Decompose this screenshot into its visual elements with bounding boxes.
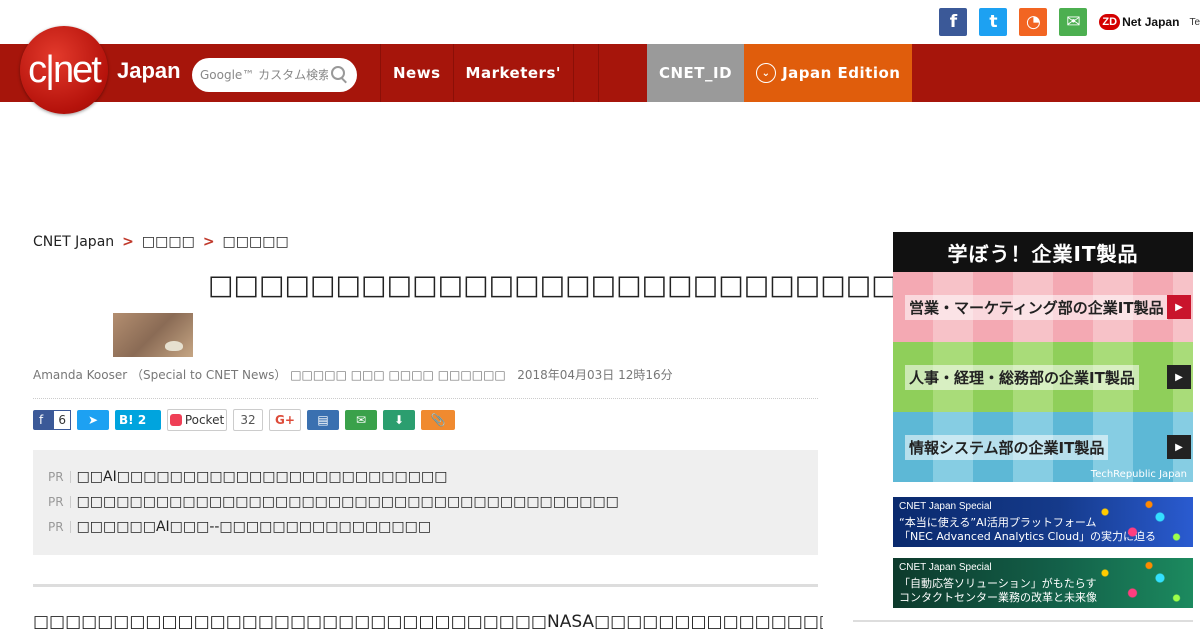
play-arrow-icon: ▶ — [1167, 295, 1191, 319]
download-icon: ⬇ — [393, 413, 405, 427]
special-ad-banner[interactable]: CNET Japan Special “本当に使える”AI活用プラットフォーム … — [893, 497, 1193, 547]
logo-japan-label: Japan — [117, 58, 181, 83]
twitter-share-button[interactable]: ➤ — [77, 410, 109, 430]
pr-tag: PR — [48, 495, 71, 508]
google-plus-button[interactable]: G+ — [269, 409, 301, 431]
pr-tag: PR — [48, 520, 71, 533]
pr-links: PR □□AI□□□□□□□□□□□□□□□□□□□□□□□□□ PR □□□□… — [33, 450, 818, 555]
decorative-dots — [1083, 558, 1193, 608]
pr-item[interactable]: PR □□□□□□AI□□□--□□□□□□□□□□□□□□□□ — [48, 514, 803, 539]
band-it-systems[interactable]: 情報システム部の企業IT製品 ▶ TechRepublic Japan — [893, 412, 1193, 482]
special-ad-banner[interactable]: CNET Japan Special 「自動応答ソリューション」がもたらす コン… — [893, 558, 1193, 608]
search-input[interactable] — [198, 67, 330, 83]
play-arrow-icon: ▶ — [1167, 365, 1191, 389]
print-button[interactable]: ▤ — [307, 410, 339, 430]
byline-date: 2018年04月03日 12時16分 — [517, 368, 673, 382]
zdnet-label: Net Japan — [1122, 15, 1180, 29]
breadcrumb-section[interactable]: □□□□ — [142, 234, 195, 250]
pocket-icon — [169, 414, 182, 426]
pocket-count: 32 — [233, 409, 263, 431]
zdnet-logo-icon: ZD — [1099, 14, 1121, 30]
sidebar: 学ぼう！企業IT製品 営業・マーケティング部の企業IT製品 ▶ 人事・経理・総務… — [893, 232, 1193, 608]
rss-icon[interactable]: ◔ — [1019, 8, 1048, 36]
clip-button[interactable]: 📎 — [421, 410, 455, 430]
nav-cnet-id[interactable]: CNET_ID — [646, 44, 745, 102]
cnet-logo[interactable]: c|net — [20, 26, 108, 114]
paperclip-icon: 📎 — [430, 413, 446, 427]
email-share-button[interactable]: ✉ — [345, 410, 377, 430]
main-nav: News Marketers' CNET_ID ⌄ Japan Edition — [380, 44, 913, 102]
divider — [33, 398, 818, 399]
pr-link[interactable]: □□□□□□AI□□□--□□□□□□□□□□□□□□□□ — [77, 519, 432, 535]
band-label: 営業・マーケティング部の企業IT製品 — [905, 294, 1168, 320]
breadcrumb-subsection[interactable]: □□□□□ — [223, 234, 289, 250]
techrepublic-link[interactable]: Te — [1189, 17, 1200, 28]
facebook-icon[interactable]: f — [939, 8, 968, 36]
band-label: 情報システム部の企業IT製品 — [905, 434, 1109, 460]
chevron-down-icon: ⌄ — [756, 63, 777, 83]
byline-author: Amanda Kooser （Special to CNET News） □□□… — [33, 368, 506, 382]
twitter-icon[interactable]: t — [979, 8, 1008, 36]
facebook-share-count: 6 — [53, 410, 71, 430]
pocket-button[interactable]: Pocket — [167, 409, 227, 431]
edition-label: Japan Edition — [782, 64, 901, 82]
breadcrumb-separator: > — [202, 234, 215, 250]
hatena-bookmark-button[interactable]: B! 2 — [115, 410, 161, 430]
print-icon: ▤ — [317, 413, 329, 427]
band-sales-marketing[interactable]: 営業・マーケティング部の企業IT製品 ▶ — [893, 272, 1193, 342]
hatena-label: B! — [119, 413, 134, 427]
social-links: f t ◔ ✉ ZD Net Japan Te — [939, 8, 1200, 36]
logo-text: c|net — [28, 48, 102, 91]
nav-news[interactable]: News — [380, 44, 453, 102]
nav-japan-edition[interactable]: ⌄ Japan Edition — [744, 44, 913, 102]
decorative-dots — [1083, 497, 1193, 547]
sidebar-divider — [853, 620, 1193, 622]
article-headline: □□□□□□□□□□□□□□□□□□□□□□□□□□□□□□□□□NASA□□ — [208, 270, 1185, 301]
band-credit: TechRepublic Japan — [1090, 469, 1187, 480]
site-search — [192, 58, 357, 92]
band-label: 人事・経理・総務部の企業IT製品 — [905, 364, 1139, 390]
play-arrow-icon: ▶ — [1167, 435, 1191, 459]
learn-title: 学ぼう！企業IT製品 — [893, 232, 1193, 272]
breadcrumb: CNET Japan > □□□□ > □□□□□ — [33, 234, 289, 250]
pr-link[interactable]: □□AI□□□□□□□□□□□□□□□□□□□□□□□□□ — [77, 469, 448, 485]
mail-icon[interactable]: ✉ — [1059, 8, 1088, 36]
mail-icon: ✉ — [355, 413, 367, 427]
facebook-icon: f — [39, 413, 44, 427]
nav-item-blank[interactable] — [597, 44, 623, 102]
band-hr-accounting[interactable]: 人事・経理・総務部の企業IT製品 ▶ — [893, 342, 1193, 412]
pocket-label: Pocket — [184, 413, 225, 427]
pr-link[interactable]: □□□□□□□□□□□□□□□□□□□□□□□□□□□□□□□□□□□□□□□□… — [77, 494, 619, 510]
breadcrumb-home[interactable]: CNET Japan — [33, 234, 114, 250]
article-thumbnail — [113, 313, 193, 357]
nav-item-blank[interactable] — [572, 44, 598, 102]
article-body: □□□□□□□□□□□□□□□□□□□□□□□□□□□□□□□□NASA□□□□… — [33, 612, 823, 632]
save-button[interactable]: ⬇ — [383, 410, 415, 430]
section-divider — [33, 584, 818, 587]
facebook-share-button[interactable]: f 6 — [33, 410, 71, 430]
breadcrumb-separator: > — [122, 234, 134, 250]
pr-item[interactable]: PR □□AI□□□□□□□□□□□□□□□□□□□□□□□□□ — [48, 464, 803, 489]
twitter-icon: ➤ — [87, 413, 99, 427]
zdnet-link[interactable]: ZD Net Japan — [1099, 14, 1179, 30]
learn-it-products-banner[interactable]: 学ぼう！企業IT製品 営業・マーケティング部の企業IT製品 ▶ 人事・経理・総務… — [893, 232, 1193, 482]
nav-marketers[interactable]: Marketers' — [452, 44, 573, 102]
pr-tag: PR — [48, 470, 71, 483]
hatena-count: 2 — [137, 413, 147, 427]
article-byline: Amanda Kooser （Special to CNET News） □□□… — [33, 366, 673, 383]
search-icon[interactable] — [330, 65, 350, 85]
pr-item[interactable]: PR □□□□□□□□□□□□□□□□□□□□□□□□□□□□□□□□□□□□□… — [48, 489, 803, 514]
share-bar: f 6 ➤ B! 2 Pocket 32 G+ ▤ ✉ ⬇ 📎 — [33, 409, 461, 431]
